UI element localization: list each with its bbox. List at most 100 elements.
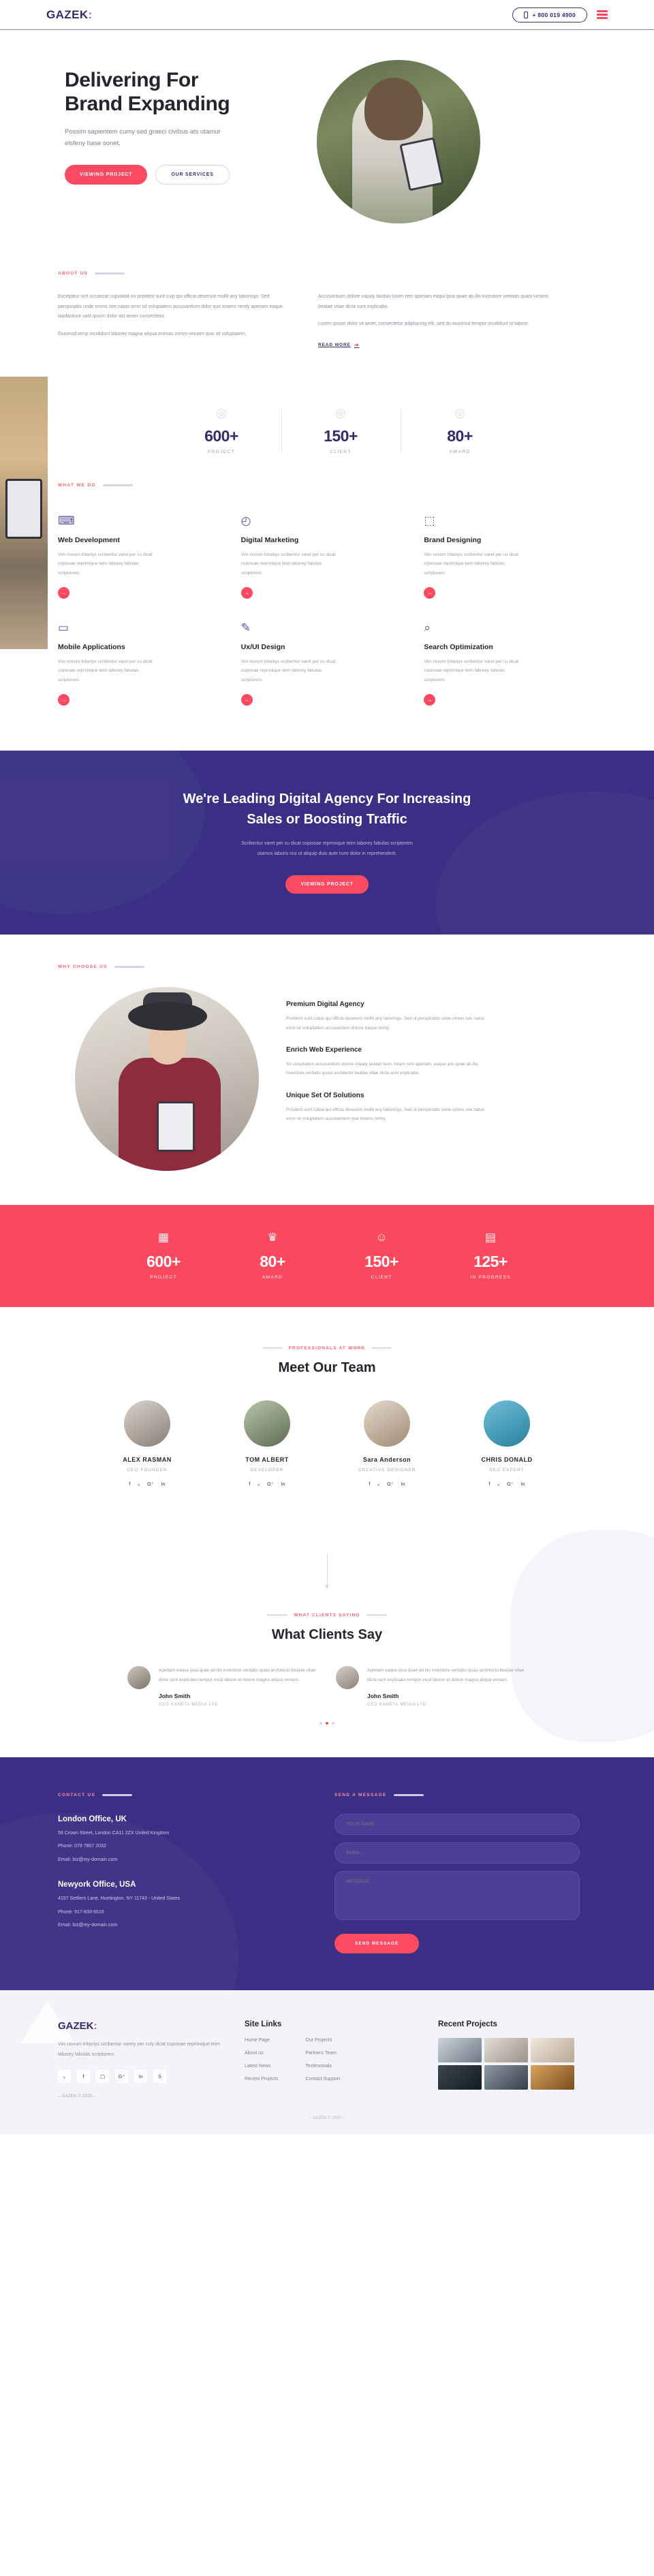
team-grid: ALEX RASMAN CEO FOUNDER f ᵥ G⁺ in TOM ALBERT DE…: [0, 1400, 654, 1487]
service-card[interactable]: ◴ Digital Marketing Vim novum tritaniys sc…: [240, 505, 414, 612]
google-plus-icon[interactable]: G⁺: [115, 2070, 128, 2084]
about-tag-label: ABOUT US: [58, 271, 89, 276]
service-arrow-icon[interactable]: →: [424, 693, 436, 706]
service-card[interactable]: ⌕ Search Optimization Vim novum tritaniys …: [424, 612, 596, 719]
office-email: Email: biz@my-domain.com: [58, 1922, 118, 1928]
twitter-icon[interactable]: ᵥ: [58, 2070, 71, 2084]
send-message-button[interactable]: SEND MESSAGE: [334, 1933, 420, 1953]
cta-p-line2: utamos laboris nisi ut aliquip duis aute…: [257, 851, 397, 856]
message-input[interactable]: [334, 1870, 580, 1920]
google-plus-icon[interactable]: G⁺: [507, 1481, 514, 1487]
sitelinks-column-1: Home Page About us Latest News Recent Proje…: [245, 2038, 278, 2090]
testimonial-name: John Smith: [367, 1692, 399, 1699]
testimonials-section: WHAT CLIENTS SAYING What Clients Say Ape…: [0, 1517, 654, 1757]
footer-logo[interactable]: GAZEK:: [58, 2020, 221, 2032]
linkedin-icon[interactable]: in: [161, 1481, 166, 1487]
pagination-dot[interactable]: [320, 1721, 322, 1725]
testimonial-avatar-1: [127, 1666, 151, 1690]
testimonial-card: Aperiam eaque ipsa quae ab illo inventor…: [336, 1666, 527, 1707]
office-name: London Office, UK: [58, 1815, 127, 1823]
project-thumb-3[interactable]: [531, 2037, 574, 2062]
footer-logo-dot: :: [93, 2020, 97, 2032]
about-p2: Eiusmod temp incididunt laborey magna al…: [58, 332, 247, 337]
service-arrow-icon[interactable]: →: [58, 587, 69, 599]
footer-link[interactable]: Recent Projects: [245, 2077, 278, 2082]
project-thumb-4[interactable]: [438, 2064, 482, 2090]
facebook-icon[interactable]: f: [77, 2070, 90, 2084]
services-tag-label: WHAT WE DO: [58, 483, 96, 488]
footer-link[interactable]: About us: [245, 2051, 278, 2056]
google-plus-icon[interactable]: G⁺: [387, 1481, 394, 1487]
office-address: 58 Crown Street, London CA11 2ZX United …: [58, 1830, 170, 1836]
phone-button[interactable]: + 800 019 4900: [512, 7, 587, 22]
linkedin-icon[interactable]: in: [521, 1481, 525, 1487]
pagination-dot[interactable]: [332, 1721, 334, 1725]
service-text: Vim novum tritaniys scribentur varet per…: [58, 552, 153, 576]
project-thumb-6[interactable]: [531, 2064, 574, 2090]
member-socials: f ᵥ G⁺ in: [96, 1481, 198, 1487]
google-plus-icon[interactable]: G⁺: [147, 1481, 154, 1487]
why-tag-label: WHY CHOOSE US: [58, 964, 108, 970]
facebook-icon[interactable]: f: [369, 1481, 370, 1487]
project-thumb-5[interactable]: [484, 2064, 528, 2090]
logo[interactable]: GAZEK:: [46, 8, 93, 22]
project-thumb-2[interactable]: [484, 2037, 528, 2062]
facebook-icon[interactable]: f: [488, 1481, 490, 1487]
hero-paragraph: Possim sapientem cumy sed graeci clvibus…: [65, 127, 221, 148]
service-arrow-icon[interactable]: →: [58, 693, 69, 706]
red-stats-section: ▦ 600+ PROJECT ♛ 80+ AWARD ☺ 150+ CLIENT ▤ 125+ IN …: [0, 1205, 654, 1308]
pagination-dot[interactable]: [326, 1721, 328, 1725]
instagram-icon[interactable]: ▢: [96, 2070, 109, 2084]
avatar-tom-albert: [244, 1400, 290, 1447]
cta-viewing-project-button[interactable]: VIEWING PROJECT: [285, 875, 369, 894]
twitter-icon[interactable]: ᵥ: [138, 1481, 140, 1487]
skype-icon[interactable]: S: [153, 2070, 166, 2084]
service-text: Vim novum tritaniys scribentur varet per…: [240, 659, 336, 682]
footer-link[interactable]: Home Page: [245, 2038, 278, 2043]
service-card[interactable]: ▭ Mobile Applications Vim novum tritaniys …: [58, 612, 230, 719]
counter-label: AWARD: [449, 450, 471, 455]
our-services-button[interactable]: OUR SERVICES: [155, 164, 230, 185]
google-plus-icon[interactable]: G⁺: [267, 1481, 274, 1487]
project-thumb-1[interactable]: [438, 2037, 482, 2062]
hero-title: Delivering For Brand Expanding: [65, 68, 303, 116]
linkedin-icon[interactable]: in: [281, 1481, 285, 1487]
twitter-icon[interactable]: ᵥ: [498, 1481, 499, 1487]
red-stat-number: 80+: [260, 1253, 285, 1271]
hamburger-menu-icon[interactable]: [597, 10, 608, 19]
footer-link[interactable]: Partners Team: [305, 2051, 340, 2056]
read-more-link[interactable]: READ MORE ➜: [318, 342, 359, 348]
email-input[interactable]: [334, 1842, 580, 1864]
counter-label: CLIENT: [330, 450, 352, 455]
arrow-right-icon: ➜: [354, 342, 360, 349]
facebook-icon[interactable]: f: [129, 1481, 130, 1487]
service-card[interactable]: ⬚ Brand Designing Vim novum tritaniys scri…: [424, 505, 596, 612]
in-progress-icon: ▤: [484, 1231, 497, 1244]
red-stats-list: ▦ 600+ PROJECT ♛ 80+ AWARD ☺ 150+ CLIENT ▤ 125+ IN …: [0, 1231, 654, 1280]
team-member: TOM ALBERT DEVELOPER f ᵥ G⁺ in: [216, 1400, 318, 1487]
service-arrow-icon[interactable]: →: [240, 693, 253, 706]
linkedin-icon[interactable]: in: [401, 1481, 405, 1487]
footer-copyright: – GAZEK © 2020 –: [58, 2094, 96, 2099]
linkedin-icon[interactable]: in: [134, 2070, 147, 2084]
service-card[interactable]: ⌨ Web Development Vim novum tritaniys scri…: [58, 505, 230, 612]
service-arrow-icon[interactable]: →: [240, 587, 253, 599]
facebook-icon[interactable]: f: [249, 1481, 250, 1487]
brand-designing-icon: ⬚: [424, 514, 435, 528]
footer-link[interactable]: Contact Support: [305, 2077, 340, 2082]
testimonial-pagination[interactable]: [0, 1721, 654, 1725]
name-input[interactable]: [334, 1813, 580, 1835]
viewing-project-button[interactable]: VIEWING PROJECT: [65, 164, 148, 185]
footer-link[interactable]: Testimonials: [305, 2064, 340, 2069]
twitter-icon[interactable]: ᵥ: [378, 1481, 379, 1487]
service-arrow-icon[interactable]: →: [424, 587, 436, 599]
twitter-icon[interactable]: ᵥ: [258, 1481, 260, 1487]
why-photo: [75, 987, 259, 1172]
footer-link[interactable]: Our Projects: [305, 2038, 340, 2043]
why-tag: WHY CHOOSE US: [58, 964, 596, 969]
member-role: DEVELOPER: [250, 1468, 284, 1473]
footer-link[interactable]: Latest News: [245, 2064, 278, 2069]
service-card[interactable]: ✎ Ux/UI Design Vim novum tritaniys scriben…: [240, 612, 414, 719]
testimonial-card: Aperiam eaque ipsa quae ab illo inventor…: [127, 1666, 318, 1707]
counters-section: ◎ 600+ PROJECT ◎ 150+ CLIENT ◎ 80+ AWARD: [0, 377, 654, 650]
